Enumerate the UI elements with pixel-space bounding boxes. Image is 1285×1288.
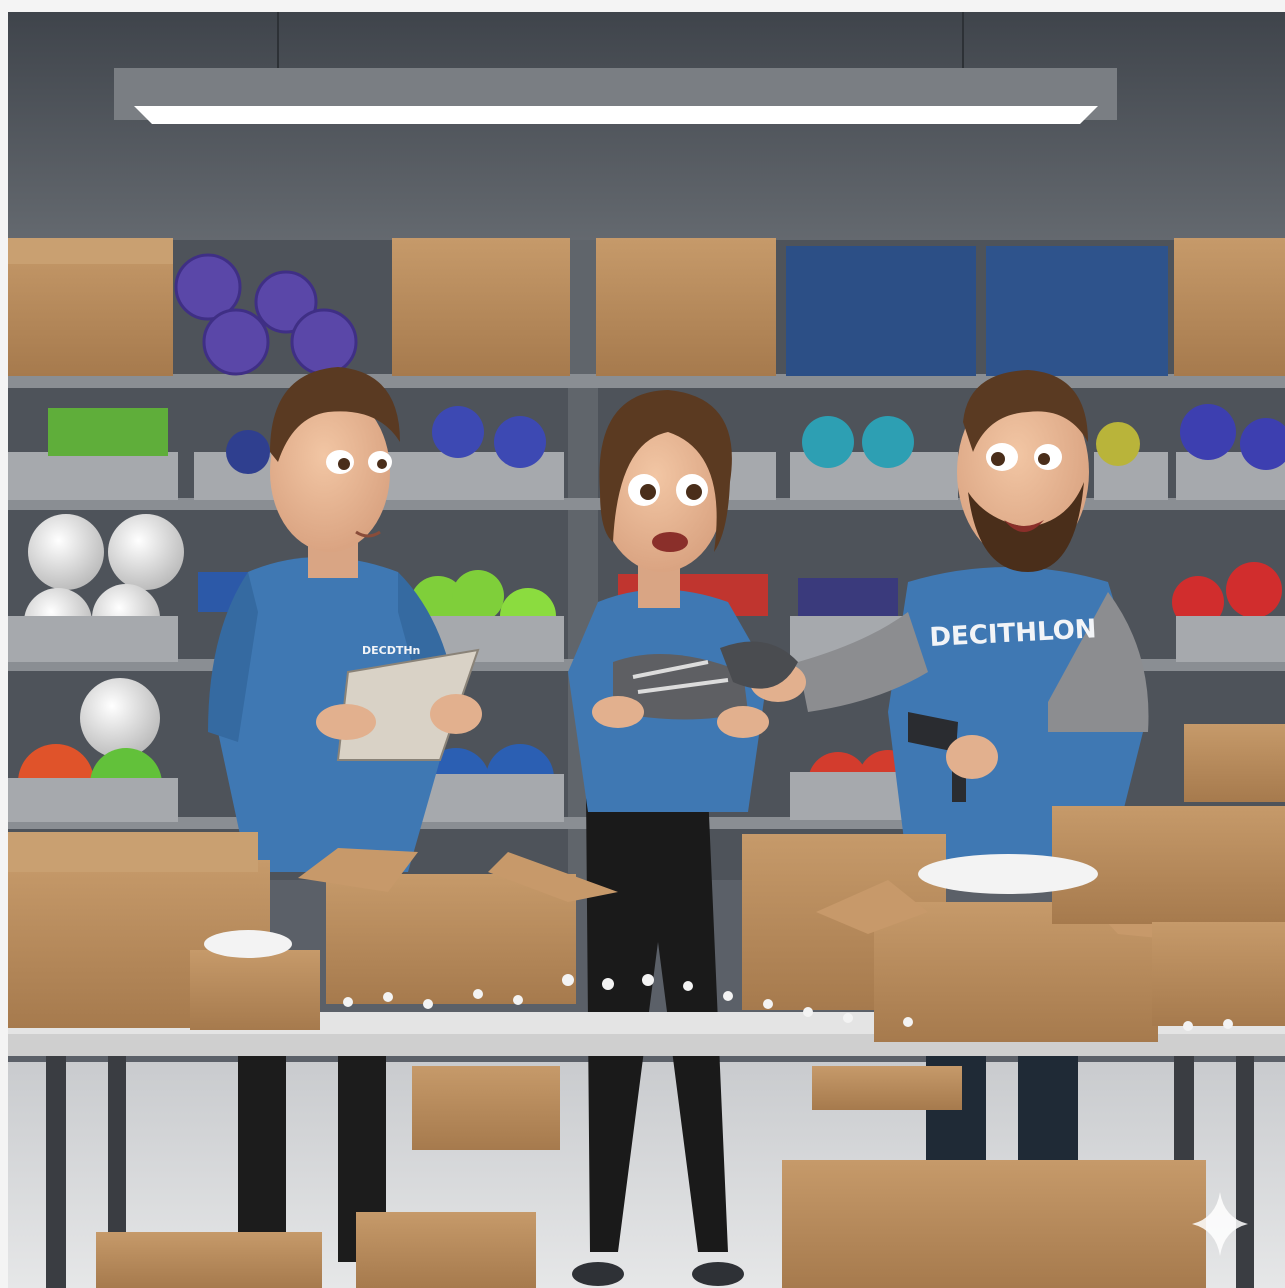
ceiling — [8, 12, 1285, 252]
shirt-logo-left: DECDTHn — [362, 644, 420, 657]
scene-illustration: DECDTHn DECITHLON — [8, 12, 1285, 1288]
warehouse-scene: DECDTHn DECITHLON — [8, 12, 1285, 1288]
